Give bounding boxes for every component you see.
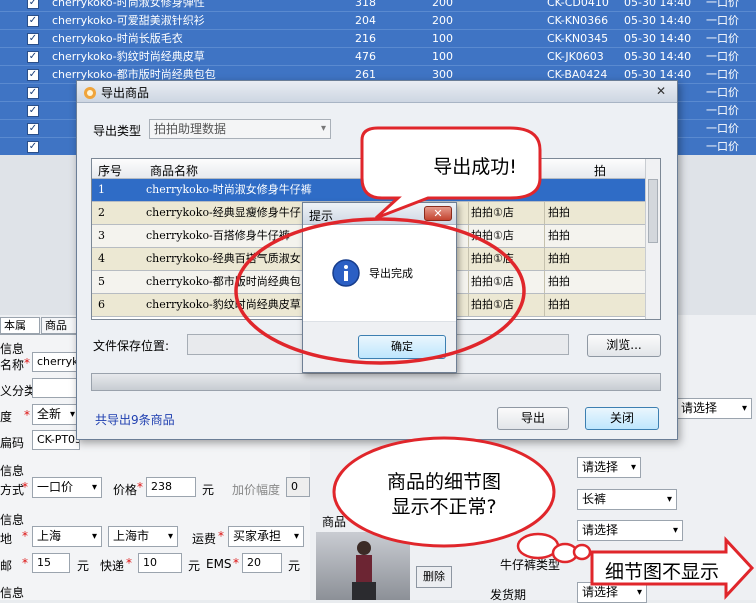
success-annotation: 导出成功!: [433, 156, 517, 178]
thought-dot: [572, 543, 592, 561]
question-annotation-line1: 商品的细节图: [386, 471, 501, 493]
highlight-circle: [234, 217, 526, 365]
question-annotation-line2: 显示不正常?: [391, 496, 497, 518]
arrow-annotation: 细节图不显示: [604, 561, 719, 583]
